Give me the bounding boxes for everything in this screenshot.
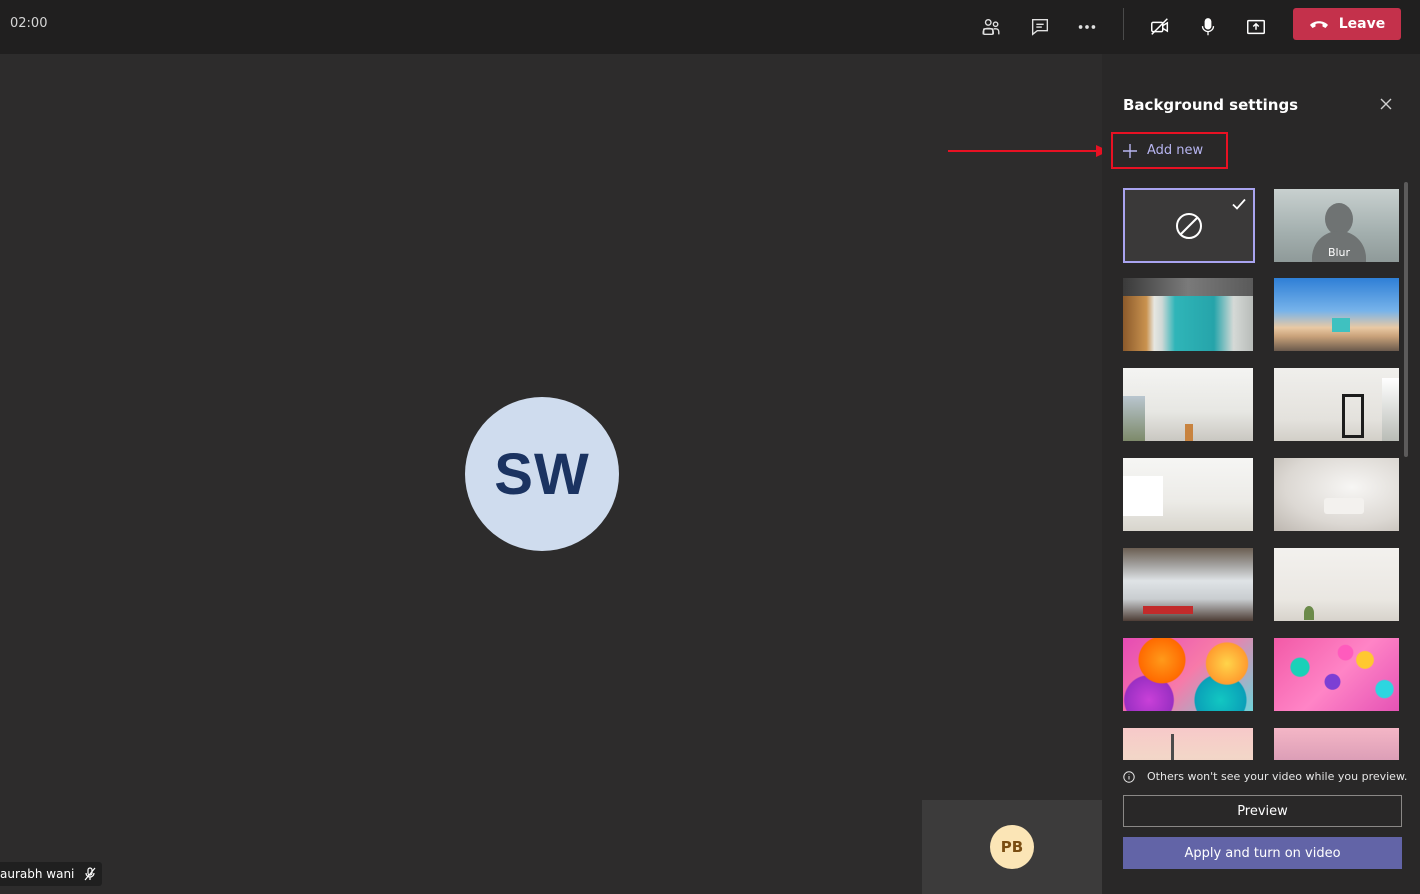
background-pastel-mountains[interactable]	[1274, 728, 1399, 760]
background-white-room-mirror[interactable]	[1274, 368, 1399, 441]
background-blur[interactable]: Blur	[1274, 189, 1399, 262]
participant-avatar: SW	[465, 397, 619, 551]
background-white-room-1[interactable]	[1123, 368, 1253, 441]
thumb-window	[1382, 378, 1399, 441]
background-balloons-orange[interactable]	[1123, 638, 1253, 711]
participant-name: aurabh wani	[0, 867, 75, 881]
info-icon	[1123, 770, 1135, 783]
close-button[interactable]	[1376, 94, 1396, 114]
checkmark-icon	[1232, 198, 1246, 210]
thumb-bridge-tower	[1171, 734, 1174, 760]
share-screen-icon[interactable]	[1240, 11, 1272, 43]
plus-icon	[1123, 143, 1137, 158]
blur-label: Blur	[1327, 246, 1351, 259]
annotation-arrow-icon	[948, 145, 1109, 157]
close-icon	[1380, 98, 1392, 110]
background-office-lockers[interactable]	[1123, 278, 1253, 351]
background-beach-lifeguard[interactable]	[1274, 278, 1399, 351]
self-video-tile[interactable]: PB	[922, 800, 1102, 894]
more-options-icon[interactable]	[1071, 11, 1103, 43]
thumb-door	[1185, 424, 1193, 441]
thumb-bed	[1324, 498, 1364, 514]
add-new-label: Add new	[1147, 143, 1204, 158]
thumb-window	[1123, 396, 1145, 441]
leave-label: Leave	[1338, 16, 1386, 32]
background-white-wall-plant[interactable]	[1274, 548, 1399, 621]
toolbar-divider	[1123, 8, 1124, 40]
participant-name-tag: aurabh wani	[0, 862, 103, 886]
background-loft-city[interactable]	[1123, 548, 1253, 621]
preview-notice-text: Others won't see your video while you pr…	[1147, 770, 1408, 783]
panel-title: Background settings	[1123, 96, 1299, 114]
leave-button[interactable]: Leave	[1293, 8, 1401, 40]
panel-scrollbar[interactable]	[1404, 182, 1408, 457]
background-white-room-bright[interactable]	[1123, 458, 1253, 531]
chat-icon[interactable]	[1024, 11, 1056, 43]
thumb-lifeguard-hut	[1332, 318, 1350, 332]
mic-muted-icon	[84, 867, 96, 881]
thumb-ceiling	[1123, 278, 1253, 296]
thumb-window	[1123, 476, 1163, 516]
microphone-icon[interactable]	[1192, 11, 1224, 43]
self-avatar: PB	[990, 825, 1034, 869]
preview-notice: Others won't see your video while you pr…	[1123, 770, 1407, 783]
add-new-button[interactable]: Add new	[1111, 132, 1228, 169]
apply-and-turn-on-video-button[interactable]: Apply and turn on video	[1123, 837, 1402, 869]
meeting-stage: SW aurabh wani PB	[0, 54, 1102, 894]
participants-icon[interactable]	[975, 11, 1007, 43]
hang-up-icon	[1309, 21, 1328, 28]
background-none[interactable]	[1123, 188, 1255, 263]
camera-off-icon[interactable]	[1144, 11, 1176, 43]
thumb-furniture	[1143, 606, 1193, 614]
thumb-mirror	[1342, 394, 1364, 438]
background-pastel-bridge[interactable]	[1123, 728, 1253, 760]
no-background-icon	[1176, 212, 1202, 239]
meeting-toolbar: 02:00 Leave	[0, 0, 1420, 54]
call-timer: 02:00	[10, 16, 48, 31]
preview-button[interactable]: Preview	[1123, 795, 1402, 827]
background-settings-panel: Background settings Add new Blur Others …	[1102, 54, 1420, 894]
thumb-plant	[1304, 606, 1314, 620]
background-balloons-pink[interactable]	[1274, 638, 1399, 711]
background-white-room-bed[interactable]	[1274, 458, 1399, 531]
background-thumbnail-grid: Blur	[1123, 188, 1399, 760]
